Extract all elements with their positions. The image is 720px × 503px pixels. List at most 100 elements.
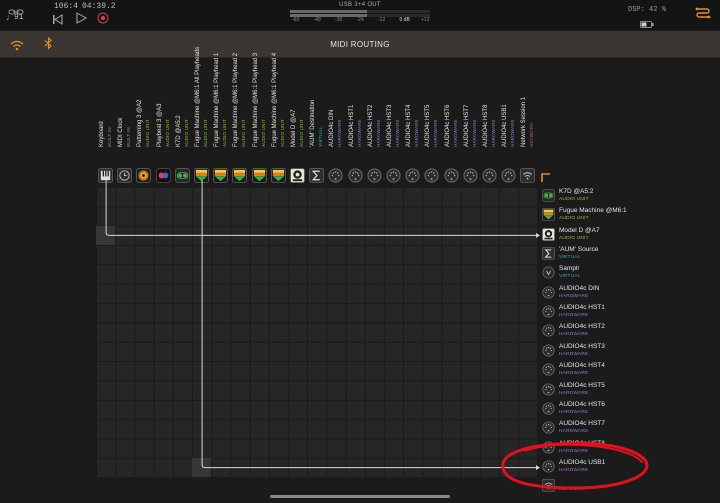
record-icon[interactable] [97,11,109,29]
meter-scale-label: +12 [421,17,430,23]
source-column-audio4c-hst7[interactable]: AUDIO4c HST7 HARDWARE [462,62,480,186]
destination-row-aum-source[interactable]: 'AUM' Source VIRTUAL [540,245,660,264]
source-label: Keyboard BUILT-IN [98,53,114,163]
fugue-icon [194,168,209,183]
destination-row-samplr[interactable]: Samplr VIRTUAL [540,264,660,283]
destination-row-audio4c-hst7[interactable]: AUDIO4c HST7 HARDWARE [540,419,660,438]
source-label-rotated: K7D @A5:2 AUDIO UNIT [175,115,191,147]
midi-port-icon [542,286,555,299]
source-column-network-session-1[interactable]: Network Session 1 NETWORK [519,62,537,186]
network-icon [520,168,536,183]
destination-row-k7d-a5-2[interactable]: K7D @A5:2 AUDIO UNIT [540,187,660,206]
destination-name: 'AUM' Source [559,246,599,254]
source-column-audio4c-din[interactable]: AUDIO4c DIN HARDWARE [327,62,345,186]
destination-row-audio4c-hst6[interactable]: AUDIO4c HST6 HARDWARE [540,400,660,419]
source-type: HARDWARE [433,119,439,147]
source-column-fugue-machine-m6-1-all-playheads[interactable]: Fugue Machine @M6:1 All Playheads AUDIO … [193,47,211,186]
source-label: AUDIO4c HST2 HARDWARE [367,53,383,163]
source-label-rotated: AUDIO4c USB1 HARDWARE [501,104,517,147]
source-label: Fugue Machine @M6:1 Playhead 4 AUDIO UNI… [271,53,287,163]
destination-name: K7D @A5:2 [559,188,594,195]
source-name: Model D @A7 [291,109,297,147]
source-label: Fugue Machine @M6:1 Playhead 2 AUDIO UNI… [232,53,248,163]
midi-port-icon [328,168,343,183]
k7d-icon [174,168,190,183]
source-label: AUDIO4c HST5 HARDWARE [424,53,440,163]
source-type: AUDIO UNIT [203,118,208,147]
source-column-midi-clock[interactable]: MIDI Clock BUILT-IN [116,62,134,186]
source-column-audio4c-hst4[interactable]: AUDIO4c HST4 HARDWARE [404,62,422,186]
source-column-audio4c-hst6[interactable]: AUDIO4c HST6 HARDWARE [443,62,461,186]
destination-row-model-d-a7[interactable]: Model D @A7 AUDIO UNIT [540,226,660,245]
midi-port-icon [542,344,555,357]
destination-row-audio4c-hst8[interactable]: AUDIO4c HST8 HARDWARE [540,439,660,458]
source-label-rotated: AUDIO4c HST4 HARDWARE [405,105,421,147]
source-type: HARDWARE [510,119,516,147]
destination-type: AUDIO UNIT [559,235,589,241]
source-column-audio4c-usb1[interactable]: AUDIO4c USB1 HARDWARE [500,62,518,186]
destination-row-fugue-machine-m6-1[interactable]: Fugue Machine @M6:1 AUDIO UNIT [540,206,660,225]
destination-row-audio4c-hst5[interactable]: AUDIO4c HST5 HARDWARE [540,381,660,400]
source-label-rotated: AUDIO4c HST6 HARDWARE [444,105,460,147]
source-column-keyboard[interactable]: Keyboard BUILT-IN [97,62,115,186]
destination-name: AUDIO4c HST3 [559,342,605,350]
source-name: AUDIO4c HST7 [463,104,470,147]
link-icon[interactable] [8,3,24,15]
source-label-rotated: AUDIO4c HST5 HARDWARE [424,105,440,147]
fugue-icon [213,168,229,183]
source-label: AUDIO4c HST6 HARDWARE [444,53,460,163]
destination-type: HARDWARE [559,467,589,473]
source-column-audio4c-hst3[interactable]: AUDIO4c HST3 HARDWARE [385,62,403,186]
source-label-rotated: MIDI Clock BUILT-IN [117,118,133,147]
source-column-fugue-machine-m6-1-playhead-3[interactable]: Fugue Machine @M6:1 Playhead 3 AUDIO UNI… [251,53,269,186]
highlight-cell [192,457,212,478]
source-label-rotated: Fugue Machine @M6:1 All Playheads AUDIO … [194,47,210,147]
source-label-rotated: Fugue Machine @M6:1 Playhead 2 AUDIO UNI… [232,53,248,147]
source-column-k7d-a5-2[interactable]: K7D @A5:2 AUDIO UNIT [174,62,192,186]
destination-row-audio4c-hst2[interactable]: AUDIO4c HST2 HARDWARE [540,322,660,341]
source-label: AUDIO4c HST3 HARDWARE [386,53,402,163]
destination-row-audio4c-hst3[interactable]: AUDIO4c HST3 HARDWARE [540,342,660,361]
play-icon[interactable] [76,11,88,29]
meter-scale-label: -36 [335,17,343,23]
source-column-patterning-3-a2[interactable]: Patterning 3 @A2 AUDIO UNIT [135,62,153,186]
routing-icon[interactable] [695,5,711,28]
highlight-cell [96,225,116,246]
source-column-playbeat-3-a3[interactable]: Playbeat 3 @A3 AUDIO UNIT [155,62,173,186]
source-label-rotated: AUDIO4c HST2 HARDWARE [367,105,383,147]
source-column-audio4c-hst5[interactable]: AUDIO4c HST5 HARDWARE [423,62,441,186]
tempo-value[interactable]: 91 [14,13,24,22]
source-label: AUDIO4c HST1 HARDWARE [348,53,364,163]
source-label-rotated: Fugue Machine @M6:1 Playhead 3 AUDIO UNI… [252,53,268,147]
routing-matrix[interactable] [96,187,537,478]
skip-back-icon[interactable] [52,12,63,30]
destination-row-network[interactable]: NETWORK [540,477,660,496]
destination-row-audio4c-usb1[interactable]: AUDIO4c USB1 HARDWARE [540,458,660,477]
source-type: AUDIO UNIT [164,118,170,147]
source-column-audio4c-hst8[interactable]: AUDIO4c HST8 HARDWARE [481,62,499,186]
model-d-icon [290,168,305,183]
source-column-audio4c-hst1[interactable]: AUDIO4c HST1 HARDWARE [347,62,365,186]
midi-port-icon [542,402,555,415]
playbeat-icon [155,168,171,183]
destination-type: HARDWARE [559,332,589,338]
destination-name: AUDIO4c HST7 [559,420,605,428]
source-label-rotated: Patterning 3 @A2 AUDIO UNIT [136,100,152,147]
source-column-fugue-machine-m6-1-playhead-2[interactable]: Fugue Machine @M6:1 Playhead 2 AUDIO UNI… [231,53,249,186]
destination-row-audio4c-hst4[interactable]: AUDIO4c HST4 HARDWARE [540,361,660,380]
source-column-model-d-a7[interactable]: Model D @A7 AUDIO UNIT [289,62,307,186]
destination-type: AUDIO UNIT [559,197,589,202]
source-type: BUILT-IN [126,127,132,147]
source-type: HARDWARE [414,119,420,147]
source-column-aum-destination[interactable]: 'AUM' Destination VIRTUAL [308,62,326,186]
source-column-audio4c-hst2[interactable]: AUDIO4c HST2 HARDWARE [366,62,384,186]
destination-type: NETWORK [559,487,585,493]
destination-row-audio4c-din[interactable]: AUDIO4c DIN HARDWARE [540,284,660,303]
midi-port-icon [542,421,555,434]
source-column-fugue-machine-m6-1-playhead-1[interactable]: Fugue Machine @M6:1 Playhead 1 AUDIO UNI… [212,53,230,186]
destination-row-audio4c-hst1[interactable]: AUDIO4c HST1 HARDWARE [540,303,660,322]
source-name: AUDIO4c HST4 [406,104,413,147]
meter-scale: -60 -48 -36 -24 -12 0 dB +12 [290,17,430,23]
source-column-fugue-machine-m6-1-playhead-4[interactable]: Fugue Machine @M6:1 Playhead 4 AUDIO UNI… [270,53,288,186]
source-name: AUDIO4c HST8 [483,104,489,147]
